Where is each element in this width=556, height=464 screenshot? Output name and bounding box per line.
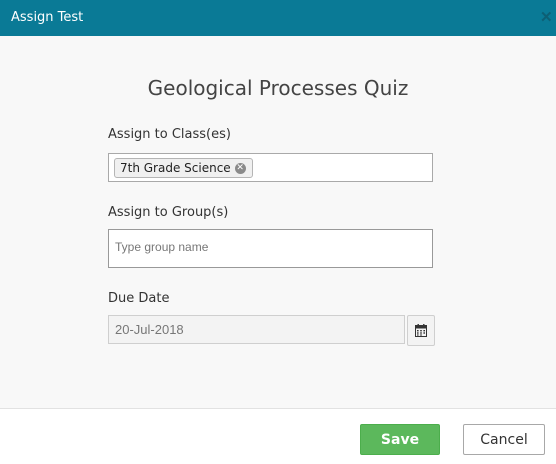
classes-label: Assign to Class(es) xyxy=(108,127,231,142)
groups-field xyxy=(108,229,433,268)
remove-chip-icon[interactable]: ✕ xyxy=(234,162,246,174)
cancel-button[interactable]: Cancel xyxy=(463,424,545,455)
footer-divider xyxy=(0,408,556,409)
due-date-label: Due Date xyxy=(108,291,170,306)
close-icon[interactable]: ✕ xyxy=(540,10,554,26)
dialog-titlebar: Assign Test ✕ xyxy=(0,0,556,36)
classes-field[interactable]: 7th Grade Science ✕ xyxy=(108,153,433,182)
groups-label: Assign to Group(s) xyxy=(108,205,229,220)
due-date-field[interactable]: 20-Jul-2018 xyxy=(108,315,405,344)
dialog-title: Assign Test xyxy=(11,10,84,25)
test-title: Geological Processes Quiz xyxy=(147,76,409,100)
class-chip: 7th Grade Science ✕ xyxy=(114,158,253,178)
class-chip-label: 7th Grade Science xyxy=(120,161,231,175)
save-button[interactable]: Save xyxy=(360,424,440,455)
group-name-input[interactable] xyxy=(115,240,415,254)
calendar-button[interactable] xyxy=(407,315,435,346)
calendar-icon xyxy=(415,324,427,337)
